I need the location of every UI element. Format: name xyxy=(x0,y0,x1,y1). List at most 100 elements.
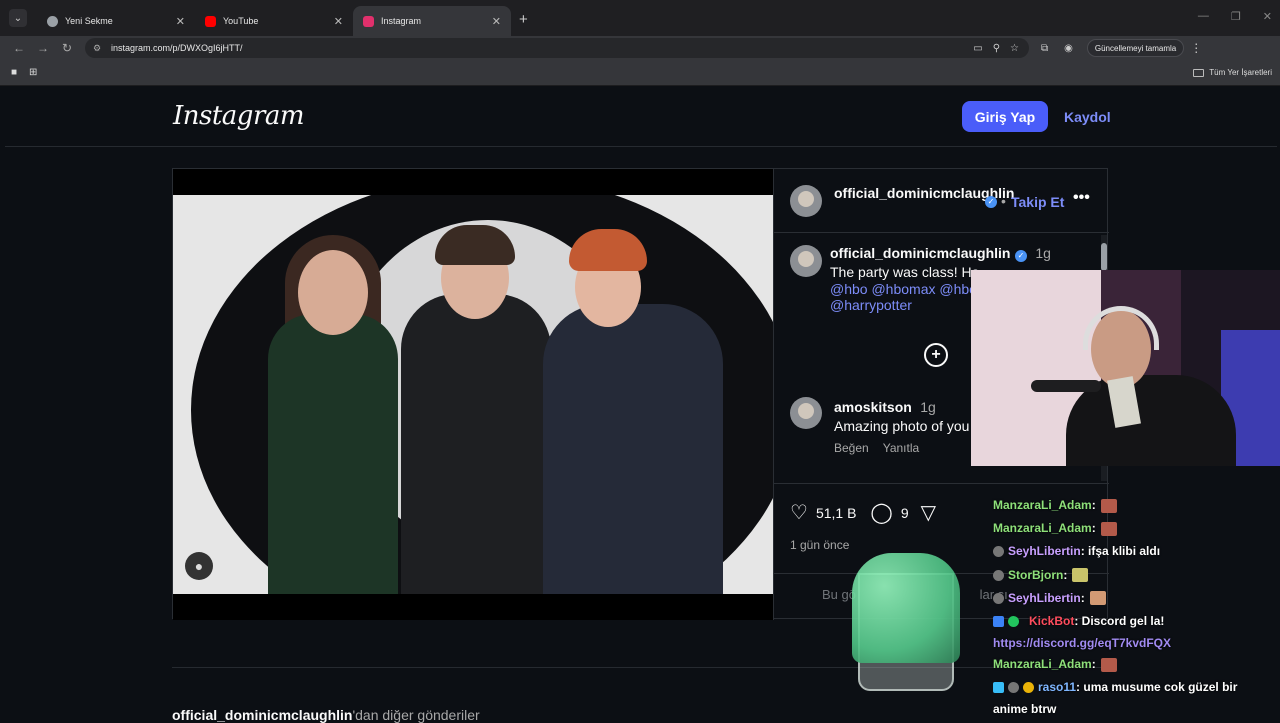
bookmark-star-icon[interactable]: ☆ xyxy=(1010,43,1019,54)
avatar[interactable] xyxy=(790,397,822,429)
chat-text-continued: anime btrw xyxy=(993,701,1057,716)
badge-icon xyxy=(993,682,1004,694)
chat-message: ManzaraLi_Adam : xyxy=(993,517,1280,540)
back-icon[interactable]: ← xyxy=(7,41,31,55)
owner-username[interactable]: official_dominicmclaughlin xyxy=(834,184,1014,202)
avatar[interactable] xyxy=(790,185,822,217)
chat-username: StorBjorn xyxy=(1008,567,1064,582)
chat-text: : xyxy=(1091,521,1096,536)
stream-chat: ManzaraLi_Adam : ManzaraLi_Adam : SeyhLi… xyxy=(993,494,1280,718)
chat-text: : Discord gel la! xyxy=(1074,613,1165,628)
tagged-users-icon[interactable]: ● xyxy=(185,552,213,580)
maximize-icon[interactable]: ❐ xyxy=(1231,10,1241,23)
forward-icon[interactable]: → xyxy=(31,41,55,55)
comment-username[interactable]: amoskitson xyxy=(834,399,912,415)
emote-icon xyxy=(1100,657,1117,672)
site-settings-icon[interactable]: ⚙ xyxy=(93,43,105,54)
update-button[interactable]: Güncellemeyi tamamla xyxy=(1086,39,1185,57)
post-media[interactable]: ● xyxy=(173,169,773,620)
tab-youtube[interactable]: YouTube ✕ xyxy=(195,6,353,36)
emote-icon xyxy=(1100,521,1117,536)
badge-icon xyxy=(1008,682,1019,694)
chat-message: raso11 : uma musume cok güzel bir xyxy=(993,676,1280,699)
signup-link[interactable]: Kaydol xyxy=(1064,109,1111,125)
chat-username: ManzaraLi_Adam xyxy=(993,521,1092,536)
caption-username[interactable]: official_dominicmclaughlin xyxy=(830,245,1010,261)
close-icon[interactable]: ✕ xyxy=(176,15,185,28)
all-bookmarks-label: Tüm Yer İşaretleri xyxy=(1209,68,1272,77)
comment-count: 9 xyxy=(900,504,909,521)
minimize-icon[interactable]: — xyxy=(1198,10,1209,23)
chat-username: SeyhLibertin xyxy=(1008,590,1081,605)
emote-icon xyxy=(1100,498,1117,513)
close-icon[interactable]: ✕ xyxy=(334,15,343,28)
verified-badge-icon xyxy=(1008,616,1019,628)
more-posts-username[interactable]: official_dominicmclaughlin xyxy=(172,707,352,723)
reload-icon[interactable]: ↻ xyxy=(55,41,79,55)
login-button[interactable]: Giriş Yap xyxy=(962,101,1048,132)
chrome-icon xyxy=(47,15,58,27)
menu-icon[interactable]: ⋮ xyxy=(1190,41,1202,55)
emote-icon xyxy=(1072,568,1089,583)
post-header: official_dominicmclaughlin ✓ • Takip Et … xyxy=(774,169,1109,233)
tab-bar: ⌄ Yeni Sekme ✕ YouTube ✕ Instagram ✕ + —… xyxy=(0,0,1280,36)
like-count[interactable]: 51,1 B xyxy=(816,505,856,521)
separator-dot: • xyxy=(1001,193,1006,209)
chat-message: StorBjorn : xyxy=(993,564,1280,587)
chat-username: KickBot xyxy=(1029,613,1075,628)
instagram-icon xyxy=(363,15,374,27)
tab-search-button[interactable]: ⌄ xyxy=(9,9,27,27)
chat-message: SeyhLibertin : ifşa klibi aldı xyxy=(993,540,1280,563)
reply-comment-button[interactable]: Yanıtla xyxy=(883,441,919,455)
follow-button[interactable]: Takip Et xyxy=(1011,194,1064,210)
heart-icon[interactable]: ♡ xyxy=(790,500,808,525)
cup-overlay xyxy=(852,553,960,693)
youtube-icon xyxy=(205,15,216,27)
new-tab-button[interactable]: + xyxy=(519,11,528,28)
post-card: ● official_dominicmclaughlin ✓ • Takip E… xyxy=(172,168,1109,620)
apps-grid-icon[interactable]: ⊞ xyxy=(29,67,37,78)
badge-icon xyxy=(1023,682,1034,694)
avatar[interactable] xyxy=(790,245,822,277)
address-bar[interactable]: ⚙ instagram.com/p/DWXOgI6jHTT/ ▭ ⚲ ☆ xyxy=(85,38,1029,58)
share-icon[interactable]: ▽ xyxy=(921,500,936,525)
instagram-logo[interactable]: Instagram xyxy=(173,101,305,131)
close-icon[interactable]: ✕ xyxy=(492,15,501,28)
chat-message: ManzaraLi_Adam : xyxy=(993,653,1280,676)
bookmarks-bar: ■ ⊞ Tüm Yer İşaretleri xyxy=(0,60,1280,86)
badge-icon xyxy=(993,569,1004,581)
load-more-comments-icon[interactable]: + xyxy=(924,343,948,367)
person-3 xyxy=(543,304,723,594)
zoom-icon[interactable]: ⚲ xyxy=(993,43,1000,54)
chat-text: : uma musume cok güzel bir xyxy=(1076,680,1238,695)
more-posts-suffix: 'dan diğer gönderiler xyxy=(352,707,480,723)
scrollbar-thumb[interactable] xyxy=(1101,243,1107,271)
profile-icon[interactable]: ◉ xyxy=(1064,43,1073,54)
tab-label: Instagram xyxy=(381,16,422,26)
chat-text: : ifşa klibi aldı xyxy=(1080,544,1161,559)
like-comment-button[interactable]: Beğen xyxy=(834,441,869,455)
close-window-icon[interactable]: ✕ xyxy=(1263,10,1272,23)
extensions-icon[interactable]: ⧉ xyxy=(1041,43,1048,54)
emote-icon xyxy=(1089,591,1106,606)
all-bookmarks-button[interactable]: Tüm Yer İşaretleri xyxy=(1193,68,1272,77)
chat-username: ManzaraLi_Adam xyxy=(993,657,1092,672)
install-app-icon[interactable]: ▭ xyxy=(973,43,982,54)
chat-username: SeyhLibertin xyxy=(1008,544,1081,559)
verified-icon: ✓ xyxy=(985,196,997,208)
post-photo xyxy=(173,195,773,594)
tab-instagram[interactable]: Instagram ✕ xyxy=(353,6,511,36)
sidebar-icon[interactable]: ■ xyxy=(11,67,17,78)
more-options-icon[interactable]: ••• xyxy=(1073,189,1090,207)
chat-text: : xyxy=(1091,657,1096,672)
tab-new-tab[interactable]: Yeni Sekme ✕ xyxy=(37,6,195,36)
chat-text: : xyxy=(1063,567,1068,582)
chat-link[interactable]: https://discord.gg/eqT7kvdFQX xyxy=(993,633,1280,653)
folder-icon xyxy=(1193,68,1205,77)
badge-icon xyxy=(993,592,1004,604)
comment-placeholder: Bu gö xyxy=(822,587,856,602)
chat-text: : xyxy=(1080,590,1085,605)
comment-icon[interactable]: ◯ xyxy=(870,500,892,525)
post-time: 1 gün önce xyxy=(790,538,850,552)
cup-contents xyxy=(852,553,960,663)
